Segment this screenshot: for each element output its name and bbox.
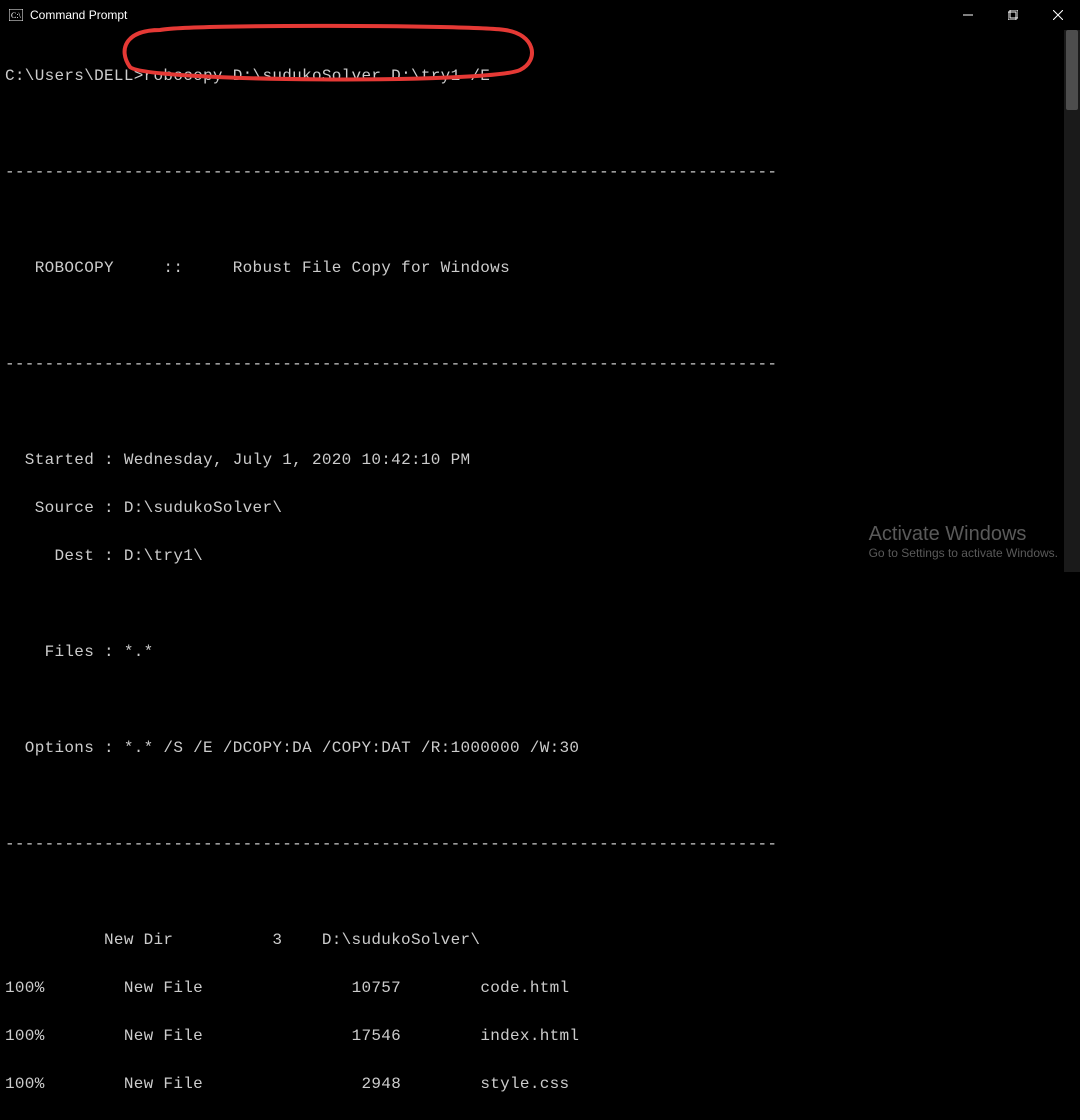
typed-command: robocopy D:\sudukoSolver D:\try1 /E [144, 67, 491, 85]
watermark-title: Activate Windows [869, 523, 1058, 546]
blank-line [5, 112, 1080, 136]
titlebar: C:\ Command Prompt [0, 0, 1080, 30]
robocopy-banner: ROBOCOPY :: Robust File Copy for Windows [5, 256, 1080, 280]
file-row: 100% New File 2948 style.css [5, 1072, 1080, 1096]
minimize-button[interactable] [945, 0, 990, 30]
blank-line [5, 400, 1080, 424]
blank-line [5, 688, 1080, 712]
files-line: Files : *.* [5, 640, 1080, 664]
window-title: Command Prompt [30, 8, 127, 22]
scrollbar-thumb[interactable] [1066, 30, 1078, 110]
blank-line [5, 880, 1080, 904]
blank-line [5, 304, 1080, 328]
blank-line [5, 208, 1080, 232]
dash-line: ----------------------------------------… [5, 160, 1080, 184]
file-row: 100% New File 17546 index.html [5, 1024, 1080, 1048]
newdir-line: New Dir 3 D:\sudukoSolver\ [5, 928, 1080, 952]
maximize-button[interactable] [990, 0, 1035, 30]
dash-line: ----------------------------------------… [5, 352, 1080, 376]
blank-line [5, 784, 1080, 808]
prompt: C:\Users\DELL> [5, 67, 144, 85]
started-line: Started : Wednesday, July 1, 2020 10:42:… [5, 448, 1080, 472]
scrollbar-track[interactable] [1064, 30, 1080, 572]
watermark-subtitle: Go to Settings to activate Windows. [869, 546, 1058, 560]
command-line: C:\Users\DELL>robocopy D:\sudukoSolver D… [5, 64, 1080, 88]
svg-text:C:\: C:\ [11, 11, 22, 20]
dash-line: ----------------------------------------… [5, 832, 1080, 856]
close-button[interactable] [1035, 0, 1080, 30]
activate-windows-watermark: Activate Windows Go to Settings to activ… [869, 523, 1058, 560]
file-row: 100% New File 10757 code.html [5, 976, 1080, 1000]
source-line: Source : D:\sudukoSolver\ [5, 496, 1080, 520]
cmd-icon: C:\ [8, 7, 24, 23]
window-controls [945, 0, 1080, 30]
blank-line [5, 592, 1080, 616]
options-line: Options : *.* /S /E /DCOPY:DA /COPY:DAT … [5, 736, 1080, 760]
terminal-content[interactable]: C:\Users\DELL>robocopy D:\sudukoSolver D… [0, 30, 1080, 1120]
